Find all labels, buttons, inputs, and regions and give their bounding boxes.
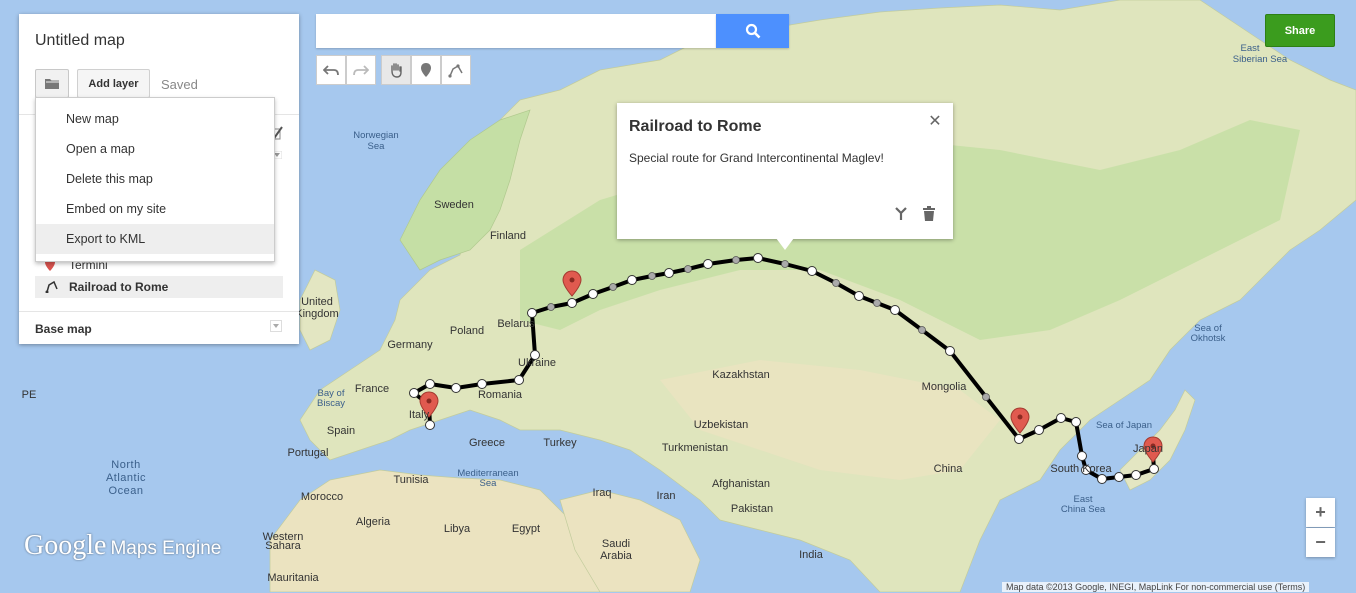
zoom-in-button[interactable]: + xyxy=(1306,498,1335,527)
chevron-down-icon[interactable] xyxy=(270,320,282,332)
draw-line-icon xyxy=(448,64,463,78)
label-iran: Iran xyxy=(657,490,676,502)
label-western-sahara: Western Sahara xyxy=(263,531,304,552)
popup-title: Railroad to Rome xyxy=(629,118,762,135)
label-china: China xyxy=(934,463,964,475)
label-uzbekistan: Uzbekistan xyxy=(694,419,748,431)
label-spain: Spain xyxy=(327,425,355,437)
label-egypt: Egypt xyxy=(512,523,540,535)
label-turkey: Turkey xyxy=(543,437,577,449)
label-tunisia: Tunisia xyxy=(393,474,429,486)
label-romania: Romania xyxy=(478,389,523,401)
label-france: France xyxy=(355,383,389,395)
place-label: Railroad to Rome xyxy=(69,280,169,294)
close-icon[interactable]: ✕ xyxy=(927,113,943,130)
label-pakistan: Pakistan xyxy=(731,503,773,515)
label-japan: Japan xyxy=(1133,443,1163,455)
redo-button[interactable] xyxy=(346,55,376,85)
style-icon[interactable] xyxy=(893,206,909,222)
menu-item-embed[interactable]: Embed on my site xyxy=(36,194,274,224)
search-button[interactable] xyxy=(716,14,789,48)
label-belarus: Belarus xyxy=(497,318,535,330)
label-north-atlantic-ocean: North Atlantic Ocean xyxy=(106,459,146,497)
share-button[interactable]: Share xyxy=(1265,14,1335,47)
draw-line-button[interactable] xyxy=(441,55,471,85)
menu-item-new-map[interactable]: New map xyxy=(36,104,274,134)
menu-item-export-kml[interactable]: Export to KML xyxy=(36,224,274,254)
zoom-out-button[interactable]: − xyxy=(1306,528,1335,557)
label-kazakhstan: Kazakhstan xyxy=(712,369,769,381)
label-poland: Poland xyxy=(450,325,484,337)
hand-icon xyxy=(391,63,402,78)
trash-icon[interactable] xyxy=(921,206,937,222)
place-item-railroad-to-rome[interactable]: Railroad to Rome xyxy=(35,276,283,298)
undo-icon xyxy=(323,65,339,76)
redo-icon xyxy=(353,65,369,76)
map-title[interactable]: Untitled map xyxy=(35,32,125,50)
label-sea-of-japan: Sea of Japan xyxy=(1096,420,1152,431)
menu-item-open-map[interactable]: Open a map xyxy=(36,134,274,164)
add-layer-button[interactable]: Add layer xyxy=(77,69,150,98)
label-morocco: Morocco xyxy=(301,491,343,503)
label-italy: Italy xyxy=(409,409,430,421)
add-marker-button[interactable] xyxy=(411,55,441,85)
saved-status: Saved xyxy=(161,77,198,92)
label-algeria: Algeria xyxy=(356,516,391,528)
logo-google-text: Google xyxy=(24,530,107,561)
label-india: India xyxy=(799,549,824,561)
label-saudi-arabia: Saudi Arabia xyxy=(600,538,633,562)
label-bay-of-biscay: Bay of Biscay xyxy=(317,388,345,409)
logo-product-text: Maps Engine xyxy=(110,538,222,559)
search-icon xyxy=(745,23,760,39)
label-sea-of-okhotsk: Sea of Okhotsk xyxy=(1191,323,1226,344)
label-pe: PE xyxy=(22,389,37,401)
label-libya: Libya xyxy=(444,523,471,535)
file-menu: New map Open a map Delete this map Embed… xyxy=(35,97,275,262)
label-turkmenistan: Turkmenistan xyxy=(662,442,728,454)
folder-menu-button[interactable] xyxy=(35,69,69,98)
label-afghanistan: Afghanistan xyxy=(712,478,770,490)
label-finland: Finland xyxy=(490,230,526,242)
label-mongolia: Mongolia xyxy=(922,381,968,393)
popup-description: Special route for Grand Intercontinental… xyxy=(629,151,884,165)
label-greece: Greece xyxy=(469,437,505,449)
label-mauritania: Mauritania xyxy=(267,572,319,584)
base-map-label[interactable]: Base map xyxy=(35,322,92,336)
menu-item-delete-map[interactable]: Delete this map xyxy=(36,164,274,194)
add-marker-icon xyxy=(421,63,431,77)
search-input[interactable] xyxy=(316,14,716,48)
label-united-kingdom: United Kingdom xyxy=(295,296,338,320)
label-iraq: Iraq xyxy=(593,487,612,499)
label-sweden: Sweden xyxy=(434,199,474,211)
label-ukraine: Ukraine xyxy=(518,357,556,369)
google-maps-engine-logo: Google Maps Engine xyxy=(24,530,221,562)
label-germany: Germany xyxy=(387,339,433,351)
undo-button[interactable] xyxy=(316,55,346,85)
folder-icon xyxy=(45,79,59,89)
map-attribution[interactable]: Map data ©2013 Google, INEGI, MapLink Fo… xyxy=(1002,582,1310,592)
label-south-korea: South Korea xyxy=(1050,463,1112,475)
pan-tool-button[interactable] xyxy=(381,55,411,85)
line-icon xyxy=(45,280,58,293)
divider xyxy=(19,311,299,312)
info-popup: Railroad to Rome Special route for Grand… xyxy=(617,103,953,239)
popup-tail xyxy=(776,238,794,250)
label-portugal: Portugal xyxy=(288,447,329,459)
